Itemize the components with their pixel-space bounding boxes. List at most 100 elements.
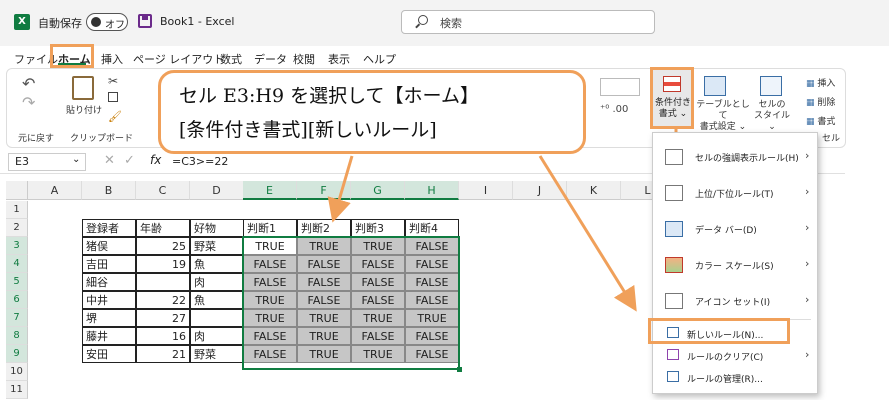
table-cell[interactable]: 魚 [190, 291, 244, 309]
menu-item-data-bars[interactable]: データ バー(D) › [653, 211, 819, 247]
column-header-C[interactable]: C [136, 181, 190, 200]
table-cell[interactable]: 細谷 [82, 273, 136, 291]
icon-sets-icon [665, 293, 683, 309]
table-cell[interactable]: 好物 [190, 219, 244, 237]
table-cell[interactable]: 肉 [190, 327, 244, 345]
tab-insert[interactable]: 挿入 [101, 51, 123, 67]
save-icon[interactable] [138, 14, 152, 28]
tab-review[interactable]: 校閲 [293, 51, 315, 67]
row-header-9[interactable]: 9 [6, 345, 28, 363]
conditional-formatting-button[interactable]: 条件付き 書式 ⌄ [650, 67, 694, 129]
table-cell[interactable]: 16 [136, 327, 190, 345]
top-bottom-icon [665, 185, 683, 201]
conditional-formatting-icon [663, 76, 681, 92]
column-header-D[interactable]: D [190, 181, 244, 200]
row-header-10[interactable]: 10 [6, 363, 28, 381]
column-header-B[interactable]: B [82, 181, 136, 200]
select-all-corner[interactable] [6, 181, 28, 200]
cut-icon[interactable]: ✂ [108, 74, 118, 88]
table-cell[interactable]: 27 [136, 309, 190, 327]
submenu-arrow-icon: › [805, 348, 810, 361]
redo-icon[interactable]: ↷ [22, 93, 35, 112]
column-header-F[interactable]: F [297, 181, 351, 200]
search-icon [418, 15, 428, 25]
menu-item-manage-rules[interactable]: ルールの管理(R)... [653, 367, 819, 387]
delete-label: 削除 [817, 98, 836, 108]
table-cell[interactable]: 25 [136, 237, 190, 255]
format-as-table-button[interactable]: テーブルとして 書式設定 ⌄ [696, 100, 750, 133]
column-header-I[interactable]: I [459, 181, 513, 200]
copy-icon[interactable] [108, 92, 118, 102]
table-cell[interactable]: 22 [136, 291, 190, 309]
row-header-5[interactable]: 5 [6, 273, 28, 291]
table-cell[interactable]: 中井 [82, 291, 136, 309]
number-format-select[interactable] [600, 78, 640, 96]
table-cell[interactable] [190, 309, 244, 327]
color-scale-icon [665, 257, 683, 273]
column-header-G[interactable]: G [351, 181, 405, 200]
format-painter-icon[interactable]: 🖌 [108, 110, 122, 123]
cancel-icon[interactable]: ✕ [104, 153, 115, 168]
table-cell[interactable]: 21 [136, 345, 190, 363]
table-cell[interactable]: 判断1 [243, 219, 297, 237]
name-box-dropdown-icon[interactable]: ⌄ [72, 154, 80, 165]
delete-cells-button[interactable]: ▦ 削除 [806, 95, 835, 108]
enter-icon[interactable]: ✓ [124, 153, 135, 168]
menu-item-color-scales[interactable]: カラー スケール(S) › [653, 247, 819, 283]
paste-icon[interactable] [72, 76, 94, 100]
format-cells-button[interactable]: ▦ 書式 [806, 114, 835, 127]
table-cell[interactable]: 安田 [82, 345, 136, 363]
table-cell[interactable]: 判断4 [405, 219, 459, 237]
table-cell[interactable]: 野菜 [190, 345, 244, 363]
table-cell[interactable]: 肉 [190, 273, 244, 291]
fill-handle[interactable] [457, 367, 462, 372]
tab-view[interactable]: 表示 [328, 51, 350, 67]
insert-cells-button[interactable]: ▦ 挿入 [806, 76, 835, 89]
menu-item-highlight-rules[interactable]: セルの強調表示ルール(H) › [653, 139, 819, 175]
search-input[interactable]: 検索 [401, 10, 655, 34]
tab-page-layout[interactable]: ページ レイアウト [133, 51, 224, 67]
column-header-K[interactable]: K [567, 181, 621, 200]
column-header-A[interactable]: A [28, 181, 82, 200]
row-header-1[interactable]: 1 [6, 201, 28, 219]
row-header-6[interactable]: 6 [6, 291, 28, 309]
cell-styles-button[interactable]: セルの スタイル ⌄ [750, 100, 794, 133]
column-header-J[interactable]: J [513, 181, 567, 200]
menu-label: カラー スケール(S) [695, 262, 774, 272]
menu-label: ルールの管理(R)... [687, 375, 763, 385]
column-header-H[interactable]: H [405, 181, 459, 200]
table-cell[interactable]: 登録者 [82, 219, 136, 237]
menu-item-top-bottom[interactable]: 上位/下位ルール(T) › [653, 175, 819, 211]
row-header-8[interactable]: 8 [6, 327, 28, 345]
decimal-icons[interactable]: ⁺⁰ .00 [600, 104, 628, 115]
menu-item-clear-rules[interactable]: ルールのクリア(C) › [653, 345, 819, 365]
row-header-3[interactable]: 3 [6, 237, 28, 255]
row-header-11[interactable]: 11 [6, 381, 28, 399]
row-header-4[interactable]: 4 [6, 255, 28, 273]
autosave-toggle[interactable]: オフ [86, 13, 128, 31]
undo-icon[interactable]: ↶ [22, 74, 35, 93]
table-cell[interactable]: 魚 [190, 255, 244, 273]
manage-rules-icon [667, 371, 679, 382]
table-cell[interactable]: 判断2 [297, 219, 351, 237]
table-cell[interactable]: 判断3 [351, 219, 405, 237]
row-header-2[interactable]: 2 [6, 219, 28, 237]
column-header-E[interactable]: E [243, 181, 297, 200]
table-cell[interactable]: 年齢 [136, 219, 190, 237]
table-cell[interactable]: 堺 [82, 309, 136, 327]
table-cell[interactable] [136, 273, 190, 291]
clear-rules-icon [667, 349, 679, 360]
cellstyle-label-line1: セルの [758, 100, 786, 110]
row-header-7[interactable]: 7 [6, 309, 28, 327]
menu-item-icon-sets[interactable]: アイコン セット(I) › [653, 283, 819, 319]
tab-data[interactable]: データ [254, 51, 287, 67]
table-cell[interactable]: 藤井 [82, 327, 136, 345]
table-cell[interactable]: 猪俣 [82, 237, 136, 255]
tab-formulas[interactable]: 数式 [220, 51, 242, 67]
table-cell[interactable]: 野菜 [190, 237, 244, 255]
table-cell[interactable]: 19 [136, 255, 190, 273]
formula-input[interactable]: =C3>=22 [172, 155, 228, 168]
table-cell[interactable]: 吉田 [82, 255, 136, 273]
insert-function-icon[interactable]: fx [150, 153, 161, 167]
tab-help[interactable]: ヘルプ [363, 51, 396, 67]
